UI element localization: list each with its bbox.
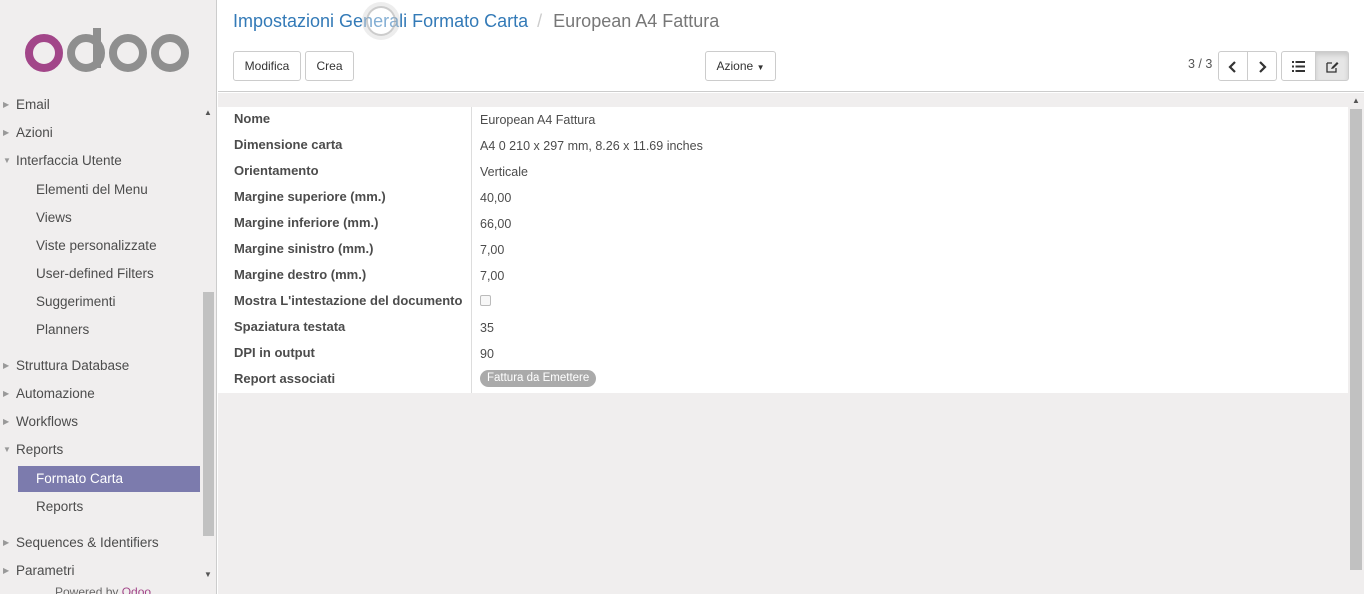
edit-button[interactable]: Modifica: [233, 51, 301, 81]
action-dropdown[interactable]: Azione ▼: [705, 51, 776, 81]
list-icon: [1292, 61, 1305, 73]
field-label-report-associati: Report associati: [234, 371, 336, 386]
main-scrollbar[interactable]: ▲: [1348, 93, 1364, 594]
sidebar-item-reports-group[interactable]: ▼ Reports: [0, 437, 200, 463]
field-value-orientamento: Verticale: [480, 165, 528, 179]
sidebar: ▶ Email ▶ Azioni ▼ Interfaccia Utente El…: [0, 0, 217, 594]
scroll-down-icon[interactable]: ▼: [204, 570, 212, 579]
pager-value: 3 / 3: [1188, 57, 1213, 71]
caret-down-icon: ▼: [756, 63, 765, 72]
field-label-margine-superiore: Margine superiore (mm.): [234, 189, 386, 204]
sidebar-item-label: Azioni: [16, 125, 53, 140]
sidebar-item-label: Email: [16, 97, 50, 112]
field-value-nome: European A4 Fattura: [480, 113, 596, 127]
sidebar-menu: ▶ Email ▶ Azioni ▼ Interfaccia Utente El…: [0, 92, 200, 594]
sidebar-item-viste-personalizzate[interactable]: Viste personalizzate: [0, 233, 200, 259]
caret-right-icon: ▶: [3, 100, 10, 109]
field-label-dimensione-carta: Dimensione carta: [234, 137, 343, 152]
sidebar-item-workflows[interactable]: ▶ Workflows: [0, 409, 200, 435]
caret-right-icon: ▶: [3, 389, 10, 398]
sidebar-item-label: Parametri: [16, 563, 75, 578]
sidebar-item-automazione[interactable]: ▶ Automazione: [0, 381, 200, 407]
caret-down-icon: ▼: [3, 156, 11, 165]
field-value-dpi: 90: [480, 347, 494, 361]
caret-right-icon: ▶: [3, 538, 10, 547]
field-value-dimensione-carta: A4 0 210 x 297 mm, 8.26 x 11.69 inches: [480, 139, 703, 153]
field-value-margine-inferiore: 66,00: [480, 217, 512, 231]
sidebar-item-label: User-defined Filters: [36, 266, 154, 281]
sidebar-scroll-thumb[interactable]: [203, 292, 214, 536]
chevron-right-icon: [1259, 61, 1267, 73]
field-label-mostra-intestazione: Mostra L'intestazione del documento: [234, 293, 463, 308]
sidebar-item-struttura-database[interactable]: ▶ Struttura Database: [0, 353, 200, 379]
sidebar-item-label: Suggerimenti: [36, 294, 116, 309]
breadcrumb-separator: /: [537, 11, 543, 31]
sidebar-item-reports[interactable]: Reports: [0, 494, 200, 520]
powered-by: Powered by Odoo: [55, 585, 151, 594]
caret-down-icon: ▼: [3, 445, 11, 454]
form-view-button[interactable]: [1315, 51, 1349, 81]
sidebar-item-label: Formato Carta: [36, 471, 124, 486]
sidebar-item-parametri[interactable]: ▶ Parametri: [0, 558, 200, 584]
sidebar-item-planners[interactable]: Planners: [0, 317, 200, 343]
control-panel: Impostazioni Generali Formato Carta / Eu…: [218, 0, 1364, 92]
form-sheet: Nome European A4 Fattura Dimensione cart…: [218, 107, 1348, 393]
sidebar-scrollbar[interactable]: ▲ ▼: [201, 106, 216, 584]
sidebar-item-label: Planners: [36, 322, 90, 337]
sidebar-item-sequences[interactable]: ▶ Sequences & Identifiers: [0, 530, 200, 556]
show-header-checkbox[interactable]: [480, 295, 491, 306]
main-scroll-thumb[interactable]: [1350, 109, 1362, 570]
field-label-dpi: DPI in output: [234, 345, 315, 360]
field-label-nome: Nome: [234, 111, 271, 126]
field-label-margine-destro: Margine destro (mm.): [234, 267, 367, 282]
sidebar-item-label: Sequences & Identifiers: [16, 535, 159, 550]
sidebar-item-label: Automazione: [16, 386, 95, 401]
field-value-margine-superiore: 40,00: [480, 191, 512, 205]
create-button[interactable]: Crea: [305, 51, 354, 81]
loading-spinner-icon: [366, 6, 396, 36]
caret-right-icon: ▶: [3, 566, 10, 575]
sidebar-item-label: Reports: [36, 499, 84, 514]
sidebar-item-label: Struttura Database: [16, 358, 130, 373]
sidebar-item-interfaccia-utente[interactable]: ▼ Interfaccia Utente: [0, 148, 200, 174]
sidebar-item-label: Workflows: [16, 414, 79, 429]
sidebar-item-user-filters[interactable]: User-defined Filters: [0, 261, 200, 287]
caret-right-icon: ▶: [3, 128, 10, 137]
caret-right-icon: ▶: [3, 361, 10, 370]
sidebar-item-label: Viste personalizzate: [36, 238, 157, 253]
report-tag[interactable]: Fattura da Emettere: [480, 370, 597, 387]
field-label-orientamento: Orientamento: [234, 163, 319, 178]
pager-next-button[interactable]: [1247, 51, 1277, 81]
odoo-logo[interactable]: [24, 28, 194, 78]
field-label-margine-sinistro: Margine sinistro (mm.): [234, 241, 374, 256]
scroll-up-icon[interactable]: ▲: [1352, 96, 1360, 105]
sidebar-item-suggerimenti[interactable]: Suggerimenti: [0, 289, 200, 315]
sidebar-item-label: Elementi del Menu: [36, 182, 148, 197]
breadcrumb-current: European A4 Fattura: [553, 11, 720, 31]
powered-by-brand[interactable]: Odoo: [122, 585, 151, 594]
sidebar-item-label: Reports: [16, 442, 64, 457]
sidebar-item-azioni[interactable]: ▶ Azioni: [0, 120, 200, 146]
caret-right-icon: ▶: [3, 417, 10, 426]
field-label-margine-inferiore: Margine inferiore (mm.): [234, 215, 379, 230]
field-label-spaziatura-testata: Spaziatura testata: [234, 319, 346, 334]
scroll-up-icon[interactable]: ▲: [204, 108, 212, 117]
action-label: Azione: [716, 59, 754, 73]
edit-icon: [1325, 61, 1338, 73]
field-value-spaziatura-testata: 35: [480, 321, 494, 335]
sidebar-item-label: Interfaccia Utente: [16, 153, 122, 168]
pager-previous-button[interactable]: [1218, 51, 1248, 81]
sidebar-item-elementi-menu[interactable]: Elementi del Menu: [0, 177, 200, 203]
chevron-left-icon: [1228, 61, 1236, 73]
field-value-margine-sinistro: 7,00: [480, 243, 505, 257]
sidebar-item-formato-carta[interactable]: Formato Carta: [18, 466, 200, 492]
field-value-margine-destro: 7,00: [480, 269, 505, 283]
sidebar-item-email[interactable]: ▶ Email: [0, 92, 200, 118]
list-view-button[interactable]: [1281, 51, 1316, 81]
sidebar-item-label: Views: [36, 210, 72, 225]
sidebar-item-views[interactable]: Views: [0, 205, 200, 231]
form-view: Nome European A4 Fattura Dimensione cart…: [218, 93, 1364, 594]
breadcrumb: Impostazioni Generali Formato Carta / Eu…: [233, 11, 719, 32]
powered-by-text: Powered by: [55, 585, 119, 594]
